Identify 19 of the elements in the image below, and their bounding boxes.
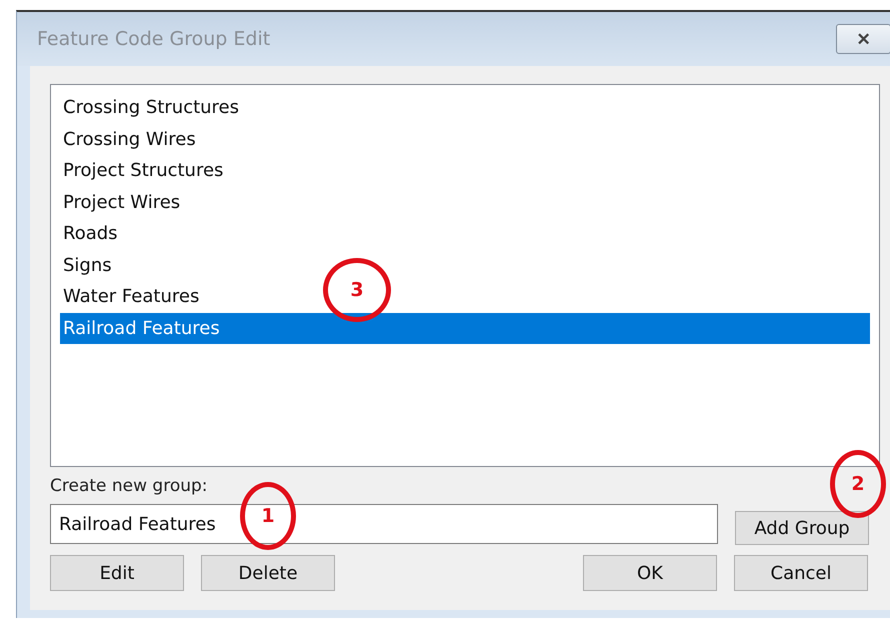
add-group-button[interactable]: Add Group [735,511,869,545]
list-item[interactable]: Roads [60,218,118,250]
list-item[interactable]: Crossing Structures [60,92,240,124]
cancel-button[interactable]: Cancel [734,555,868,591]
edit-button[interactable]: Edit [50,555,184,591]
ok-button[interactable]: OK [583,555,717,591]
annotation-marker: 3 [323,258,391,322]
list-item[interactable]: Project Wires [60,186,180,218]
annotation-marker: 1 [240,482,296,550]
list-item[interactable]: Railroad Features [60,312,870,344]
window-title: Feature Code Group Edit [37,28,270,50]
delete-button[interactable]: Delete [201,555,335,591]
list-item[interactable]: Crossing Wires [60,124,196,155]
list-item[interactable]: Project Structures [60,155,224,186]
annotation-marker: 2 [830,450,886,518]
close-button[interactable]: ✕ [836,24,890,54]
field-label: Create new group: [50,475,208,497]
list-item[interactable]: Water Features [60,281,200,312]
list-item[interactable]: Signs [60,250,112,281]
